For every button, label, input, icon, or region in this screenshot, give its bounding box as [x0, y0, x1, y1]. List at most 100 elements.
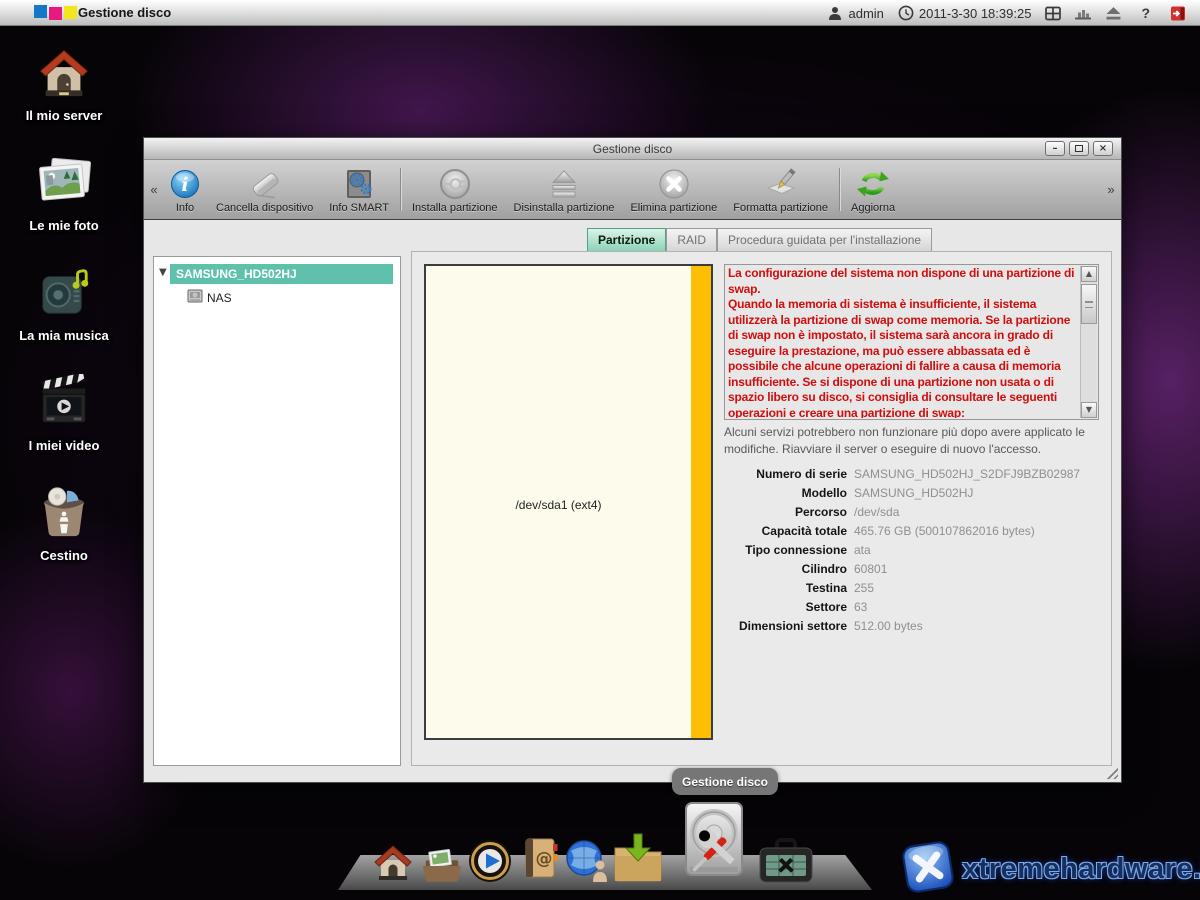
clock-icon: [898, 5, 914, 21]
svg-text:i: i: [181, 174, 188, 196]
detail-row: ModelloSAMSUNG_HD502HJ: [712, 483, 1080, 502]
user-menu[interactable]: admin: [827, 5, 883, 21]
user-name: admin: [848, 6, 883, 21]
scrollbar-thumb[interactable]: [1081, 284, 1097, 324]
close-button[interactable]: ×: [1093, 141, 1113, 156]
brand-logo: [34, 5, 77, 18]
smart-info-button[interactable]: Info SMART: [321, 160, 397, 219]
dock-downloads-icon[interactable]: [612, 830, 664, 889]
toolbar-overflow-right-icon[interactable]: »: [1103, 160, 1119, 219]
desktop-icon-my-music[interactable]: La mia musica: [8, 258, 120, 343]
desktop-icon-label: I miei video: [8, 438, 120, 453]
services-note: Alcuni servizi potrebbero non funzionare…: [724, 424, 1102, 458]
refresh-button[interactable]: Aggiorna: [843, 160, 903, 219]
warning-scrollbar[interactable]: ▲ ▼: [1080, 266, 1097, 418]
detail-row: Numero di serieSAMSUNG_HD502HJ_S2DFJ9BZB…: [712, 464, 1080, 483]
active-app-title: Gestione disco: [78, 0, 171, 26]
delete-partition-button[interactable]: Elimina partizione: [622, 160, 725, 219]
desktop-icon-label: La mia musica: [8, 328, 120, 343]
watermark-text: xtremehardware.it: [962, 853, 1200, 886]
tree-node-nas-label: NAS: [207, 291, 232, 305]
apps-grid-icon[interactable]: [1045, 5, 1061, 21]
toolbar-overflow-left-icon[interactable]: «: [146, 160, 162, 219]
info-icon: i: [170, 166, 200, 202]
dock-address-book-icon[interactable]: @: [519, 836, 561, 887]
dock-network-icon[interactable]: [564, 838, 610, 889]
desktop-icon-trash[interactable]: Cestino: [8, 478, 120, 563]
install-partition-button[interactable]: Installa partizione: [404, 160, 506, 219]
maximize-icon: [1075, 145, 1083, 152]
dock-toolbox-icon[interactable]: [758, 836, 814, 889]
partition-label: /dev/sda1 (ext4): [426, 498, 691, 512]
tree-node-nas[interactable]: NAS: [154, 288, 400, 308]
user-icon: [827, 5, 843, 21]
widgets-icon[interactable]: [1075, 5, 1091, 21]
drive-icon: [187, 289, 203, 308]
top-menubar: Gestione disco admin 2011-3-30 18:39:25 …: [0, 0, 1200, 26]
desktop-icon-label: Le mie foto: [8, 218, 120, 233]
desktop-icon-label: Il mio server: [8, 108, 120, 123]
toolbar-separator: [400, 168, 401, 211]
device-tree-panel: ▼ SAMSUNG_HD502HJ NAS: [153, 256, 401, 766]
smart-disk-icon: [342, 166, 376, 202]
window-titlebar[interactable]: Gestione disco – ×: [144, 138, 1121, 160]
tab-install-wizard[interactable]: Procedura guidata per l'installazione: [717, 228, 932, 251]
detail-row: Settore63: [712, 597, 1080, 616]
disk-management-window: Gestione disco – × « i Info Cancella dis…: [143, 137, 1122, 783]
dock-photos-icon[interactable]: [420, 845, 464, 890]
minimize-button[interactable]: –: [1045, 141, 1065, 156]
detail-row: Percorso/dev/sda: [712, 502, 1080, 521]
format-icon: [764, 166, 798, 202]
tree-node-disk[interactable]: ▼ SAMSUNG_HD502HJ: [154, 264, 400, 284]
desktop-icon-my-videos[interactable]: I miei video: [8, 368, 120, 453]
detail-row: Tipo connessioneata: [712, 540, 1080, 559]
site-watermark: xtremehardware.it: [900, 838, 1200, 900]
swap-warning-box: La configurazione del sistema non dispon…: [724, 264, 1099, 420]
tree-node-disk-label[interactable]: SAMSUNG_HD502HJ: [170, 264, 393, 284]
tab-bar: Partizione RAID Procedura guidata per l'…: [587, 228, 932, 251]
desktop-icon-my-photos[interactable]: Le mie foto: [8, 148, 120, 233]
video-icon: [8, 368, 120, 430]
disk-details-list: Numero di serieSAMSUNG_HD502HJ_S2DFJ9BZB…: [712, 464, 1080, 635]
tab-partizione[interactable]: Partizione: [587, 228, 666, 251]
window-toolbar: « i Info Cancella dispositivo Info SMART…: [144, 160, 1121, 220]
partition-map[interactable]: /dev/sda1 (ext4): [424, 264, 713, 740]
toolbar-separator: [839, 168, 840, 211]
photos-icon: [8, 148, 120, 210]
desktop-icon-my-server[interactable]: Il mio server: [8, 38, 120, 123]
dock-media-player-icon[interactable]: [467, 838, 513, 889]
watermark-x-logo: [900, 838, 956, 900]
erase-device-button[interactable]: Cancella dispositivo: [208, 160, 321, 219]
partition-free-space-stripe[interactable]: [691, 266, 711, 738]
detail-row: Cilindro60801: [712, 559, 1080, 578]
music-icon: [8, 258, 120, 320]
desktop-icon-label: Cestino: [8, 548, 120, 563]
detail-row: Testina255: [712, 578, 1080, 597]
detail-row: Capacità totale465.76 GB (500107862016 b…: [712, 521, 1080, 540]
dock-home-icon[interactable]: [371, 840, 415, 889]
logout-icon[interactable]: [1170, 5, 1186, 21]
home-icon: [8, 38, 120, 100]
dock-tooltip: Gestione disco: [672, 768, 778, 795]
scroll-down-icon[interactable]: ▼: [1081, 402, 1097, 418]
swap-warning-text: La configurazione del sistema non dispon…: [728, 266, 1077, 418]
maximize-button[interactable]: [1069, 141, 1089, 156]
partition-main-panel: /dev/sda1 (ext4) La configurazione del s…: [411, 251, 1112, 766]
unmount-icon: [547, 166, 581, 202]
svg-text:@: @: [536, 849, 553, 869]
desktop: Gestione disco admin 2011-3-30 18:39:25 …: [0, 0, 1200, 900]
eraser-icon: [248, 166, 282, 202]
tab-raid[interactable]: RAID: [666, 228, 717, 251]
window-resize-grip[interactable]: [1104, 765, 1118, 779]
scroll-up-icon[interactable]: ▲: [1081, 266, 1097, 282]
eject-icon[interactable]: [1105, 5, 1121, 21]
info-button[interactable]: i Info: [162, 160, 208, 219]
delete-icon: [657, 166, 691, 202]
format-partition-button[interactable]: Formatta partizione: [725, 160, 836, 219]
mount-icon: [438, 166, 472, 202]
uninstall-partition-button[interactable]: Disinstalla partizione: [506, 160, 623, 219]
dock-disk-manager-icon[interactable]: [677, 801, 751, 890]
clock: 2011-3-30 18:39:25: [898, 5, 1032, 21]
help-icon[interactable]: ?: [1135, 5, 1156, 21]
tree-expander-icon[interactable]: ▼: [159, 267, 167, 278]
